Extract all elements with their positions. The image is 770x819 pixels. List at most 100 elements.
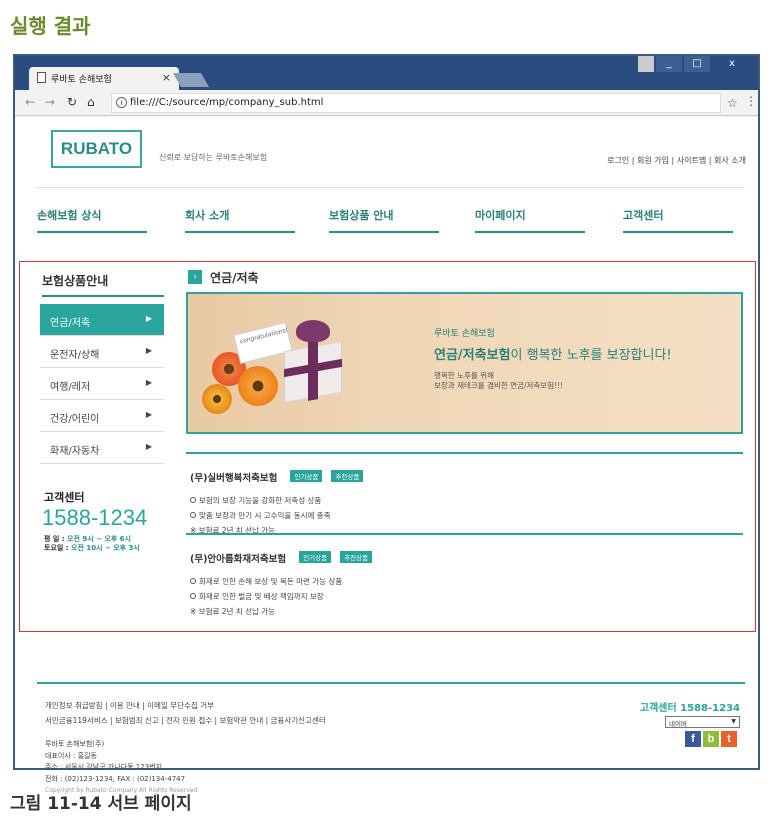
lnb-menu: 연금/저축 ▶ 운전자/상해 ▶ 여행/레저 ▶ 건강/어린이 ▶ 화재/자동차	[40, 304, 164, 464]
product-item: (무)실버행복저축보험 인기상품 추천상품 보험의 보장 기능을 강화한 저축성…	[186, 452, 743, 536]
info-icon[interactable]: i	[116, 97, 127, 108]
banner-headline-rest: 이 행복한 노후를 보장합니다!	[510, 348, 672, 363]
back-icon[interactable]: ←	[25, 95, 35, 109]
site-logo[interactable]: RUBATO	[51, 130, 142, 168]
product-item: (무)안아름화재저축보험 인기상품 추천상품 화재로 인한 손해 보상 및 목돈…	[186, 533, 743, 617]
chevron-right-icon: ▶	[145, 314, 152, 323]
chevron-right-icon: ▶	[145, 410, 152, 419]
flower-image	[238, 366, 278, 406]
weekday-time: 오전 9시 ~ 오후 6시	[67, 535, 131, 543]
product-note: ※ 보험료 2년 치 선납 가능	[190, 607, 276, 616]
chevron-down-icon: ▼	[731, 718, 736, 725]
recommended-badge: 추천상품	[340, 551, 373, 563]
utility-links[interactable]: 로그인 | 회원 가입 | 사이트맵 | 회사 소개	[607, 155, 746, 166]
customer-center-phone: 1588-1234	[42, 505, 148, 530]
browser-tab[interactable]: 루바토 손해보험 ×	[29, 67, 179, 90]
more-menu-icon[interactable]: ⋮	[745, 94, 757, 108]
gnb-item-mypage[interactable]: 마이페이지	[475, 207, 585, 233]
lnb-item-label: 건강/어린이	[50, 414, 100, 425]
lnb-item-fire-auto[interactable]: 화재/자동차 ▶	[40, 432, 164, 464]
circle-bullet-icon	[190, 593, 196, 599]
product-name[interactable]: (무)실버행복저축보험	[190, 470, 277, 484]
chevron-right-icon: ▶	[145, 378, 152, 387]
gnb-item-customer-center[interactable]: 고객센터	[623, 207, 733, 233]
product-feature: 보험의 보장 기능을 강화한 저축성 상품	[190, 495, 739, 506]
product-banner: congratulations! 루바토 손해보험 연금/저축보험이 행복한 노…	[186, 292, 743, 434]
close-window-button[interactable]: x	[712, 56, 752, 72]
lnb-item-driver[interactable]: 운전자/상해 ▶	[40, 336, 164, 368]
lnb-item-travel[interactable]: 여행/레저 ▶	[40, 368, 164, 400]
document-icon	[37, 72, 46, 83]
window-controls: _ □ x	[636, 56, 752, 72]
lnb-item-label: 운전자/상해	[50, 350, 100, 361]
maximize-button[interactable]: □	[684, 56, 710, 72]
popular-badge: 인기상품	[290, 470, 323, 482]
section-title: 연금/저축	[210, 271, 259, 285]
profile-icon[interactable]	[638, 56, 654, 72]
url-input[interactable]: i file:///C:/source/mp/company_sub.html	[111, 93, 721, 113]
global-nav: 손해보험 상식 회사 소개 보험상품 안내 마이페이지 고객센터	[37, 207, 745, 233]
lnb-item-label: 여행/레저	[50, 382, 91, 393]
bookmark-star-icon[interactable]: ☆	[727, 96, 738, 110]
twitter-icon[interactable]: t	[721, 731, 737, 747]
circle-bullet-icon	[190, 578, 196, 584]
reload-icon[interactable]: ↻	[67, 95, 77, 109]
web-page: RUBATO 신뢰로 보답하는 루바토손해보험 로그인 | 회원 가입 | 사이…	[15, 117, 758, 794]
product-name[interactable]: (무)안아름화재저축보험	[190, 551, 286, 565]
footer-links[interactable]: 서민금융119서비스 | 보험범죄 신고 | 전자 민원 접수 | 보험약관 안…	[45, 715, 326, 726]
figure-caption: 그림 11-14 서브 페이지	[10, 794, 192, 814]
banner-headline: 연금/저축보험이 행복한 노후를 보장합니다!	[434, 344, 672, 363]
footer-links[interactable]: 개인정보 취급방침 | 이용 안내 | 이메일 무단수집 거부	[45, 700, 214, 711]
popular-badge: 인기상품	[299, 551, 332, 563]
blog-icon[interactable]: b	[703, 731, 719, 747]
lnb-title: 보험상품안내	[42, 272, 164, 297]
family-site-select[interactable]: 네이버 ▼	[665, 716, 740, 728]
lnb-item-health[interactable]: 건강/어린이 ▶	[40, 400, 164, 432]
banner-description: 보장과 재테크를 겸비한 연금/저축보험!!!	[434, 381, 564, 390]
feature-text: 화재로 인한 벌금 및 배상 책임까지 보장	[199, 592, 324, 601]
feature-text: 맞춤 보장과 만기 시 고수익을 동시에 충족	[199, 511, 331, 520]
weekday-label: 평 일 :	[44, 535, 67, 543]
tab-close-icon[interactable]: ×	[162, 71, 171, 84]
company-ceo: 대표이사 : 홍길동	[45, 751, 97, 760]
chevron-right-icon: ▶	[145, 346, 152, 355]
banner-headline-bold: 연금/저축보험	[434, 348, 511, 363]
saturday-label: 토요일 :	[44, 544, 71, 552]
browser-window: 루바토 손해보험 × _ □ x ← → ↻ ⌂ i file:///C:/so…	[13, 54, 760, 794]
saturday-time: 오전 10시 ~ 오후 3시	[71, 544, 140, 552]
company-info: 루바토 손해보험(주) 대표이사 : 홍길동 주소 : 서울시 강남구 가나다동…	[45, 739, 199, 797]
saturday-hours: 토요일 : 오전 10시 ~ 오후 3시	[44, 543, 140, 553]
forward-icon[interactable]: →	[45, 95, 55, 109]
gnb-item-products[interactable]: 보험상품 안내	[329, 207, 439, 233]
gnb-item-company[interactable]: 회사 소개	[185, 207, 295, 233]
gnb-item-insurance-tips[interactable]: 손해보험 상식	[37, 207, 147, 233]
site-slogan: 신뢰로 보답하는 루바토손해보험	[159, 153, 268, 162]
address-bar: ← → ↻ ⌂ i file:///C:/source/mp/company_s…	[15, 90, 758, 116]
header-divider	[37, 187, 745, 188]
flower-image	[202, 384, 232, 414]
select-value: 네이버	[669, 720, 687, 728]
product-feature: 맞춤 보장과 만기 시 고수익을 동시에 충족	[190, 510, 739, 521]
url-text: file:///C:/source/mp/company_sub.html	[130, 97, 324, 108]
footer-customer-center: 고객센터 1588-1234	[639, 703, 740, 714]
home-icon[interactable]: ⌂	[87, 95, 95, 109]
company-name: 루바토 손해보험(주)	[45, 740, 105, 748]
product-feature: 화재로 인한 벌금 및 배상 책임까지 보장	[190, 591, 739, 602]
circle-bullet-icon	[190, 497, 196, 503]
lnb-item-label: 화재/자동차	[50, 446, 100, 457]
product-feature: 화재로 인한 손해 보상 및 목돈 마련 가능 상품	[190, 576, 739, 587]
feature-text: 보험의 보장 기능을 강화한 저축성 상품	[199, 496, 322, 505]
minimize-button[interactable]: _	[656, 56, 682, 72]
circle-bullet-icon	[190, 512, 196, 518]
lnb-item-pension[interactable]: 연금/저축 ▶	[40, 304, 164, 336]
feature-text: 화재로 인한 손해 보상 및 목돈 마련 가능 상품	[199, 577, 343, 586]
company-address: 주소 : 서울시 강남구 가나다동 123번지	[45, 763, 163, 771]
chevron-right-icon: ▶	[145, 442, 152, 451]
content-area: 보험상품안내 연금/저축 ▶ 운전자/상해 ▶ 여행/레저 ▶ 건강/어린이 ▶	[19, 261, 756, 632]
recommended-badge: 추천상품	[331, 470, 364, 482]
gift-bow	[296, 320, 330, 342]
tab-title: 루바토 손해보험	[51, 75, 112, 85]
company-contact: 전화 : (02)123-1234, FAX : (02)134-4747	[45, 774, 186, 783]
facebook-icon[interactable]: f	[685, 731, 701, 747]
customer-center-title: 고객센터	[44, 491, 85, 504]
